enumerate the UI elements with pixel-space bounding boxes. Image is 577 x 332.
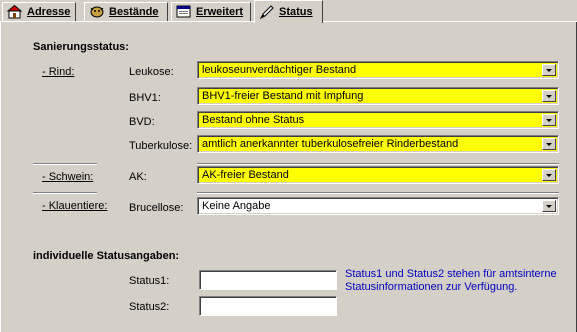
separator	[33, 163, 97, 165]
window-icon	[176, 5, 192, 19]
tab-adresse[interactable]: Adresse	[2, 2, 76, 21]
bvd-value: Bestand ohne Status	[202, 114, 305, 126]
chevron-down-icon[interactable]	[542, 200, 556, 212]
status-info-text: Status1 und Status2 stehen für amtsinter…	[345, 268, 557, 294]
tab-strip: Adresse Bestände Erweitert Status	[0, 0, 577, 23]
chevron-down-icon[interactable]	[542, 138, 556, 150]
bvd-select[interactable]: Bestand ohne Status	[197, 111, 559, 129]
category-klauentiere: - Klauentiere:	[42, 200, 108, 212]
house-icon	[6, 4, 23, 19]
brucellose-select[interactable]: Keine Angabe	[197, 197, 559, 215]
ak-select[interactable]: AK-freier Bestand	[197, 166, 559, 184]
status2-label: Status2:	[129, 301, 170, 313]
bvd-label: BVD:	[129, 116, 155, 128]
leukose-label: Leukose:	[129, 66, 174, 78]
category-rind: - Rind:	[42, 66, 75, 78]
status-info-line1: Status1 und Status2 stehen für amtsinter…	[345, 268, 557, 280]
status-info-line2: Statusinformationen zur Verfügung.	[345, 281, 518, 293]
separator	[33, 192, 97, 194]
tab-erweitert[interactable]: Erweitert	[171, 2, 251, 21]
tab-status-label: Status	[279, 6, 313, 18]
separator	[197, 163, 559, 165]
tuberkulose-select[interactable]: amtlich anerkannter tuberkulosefreier Ri…	[197, 135, 559, 153]
brucellose-label: Brucellose:	[129, 202, 184, 214]
chevron-down-icon[interactable]	[542, 64, 556, 76]
status1-label: Status1:	[129, 275, 170, 287]
individual-heading: individuelle Statusangaben:	[33, 250, 180, 262]
bhv1-select[interactable]: BHV1-freier Bestand mit Impfung	[197, 87, 559, 105]
sanierung-heading: Sanierungsstatus:	[33, 41, 129, 53]
chevron-down-icon[interactable]	[542, 90, 556, 102]
tuberkulose-value: amtlich anerkannter tuberkulosefreier Ri…	[202, 138, 459, 150]
tuberkulose-label: Tuberkulose:	[129, 140, 193, 152]
status1-input[interactable]	[199, 270, 337, 290]
chevron-down-icon[interactable]	[542, 114, 556, 126]
category-schwein: - Schwein:	[42, 171, 94, 183]
tab-status[interactable]: Status	[254, 0, 323, 23]
ak-value: AK-freier Bestand	[202, 169, 289, 181]
ak-label: AK:	[129, 171, 147, 183]
tab-erweitert-label: Erweitert	[196, 6, 244, 18]
status-panel: Sanierungsstatus: - Rind: Leukose: leuko…	[0, 22, 577, 332]
tab-adresse-label: Adresse	[27, 6, 71, 18]
cow-icon	[89, 5, 105, 19]
bhv1-value: BHV1-freier Bestand mit Impfung	[202, 90, 364, 102]
tab-bestaende-label: Bestände	[109, 6, 159, 18]
pen-icon	[259, 5, 275, 20]
leukose-select[interactable]: leukoseunverdächtiger Bestand	[197, 61, 559, 79]
leukose-value: leukoseunverdächtiger Bestand	[202, 64, 357, 76]
brucellose-value: Keine Angabe	[202, 200, 271, 212]
chevron-down-icon[interactable]	[542, 169, 556, 181]
status2-input[interactable]	[199, 296, 337, 316]
separator	[197, 192, 559, 194]
bhv1-label: BHV1:	[129, 92, 161, 104]
tab-bestaende[interactable]: Bestände	[84, 2, 168, 21]
